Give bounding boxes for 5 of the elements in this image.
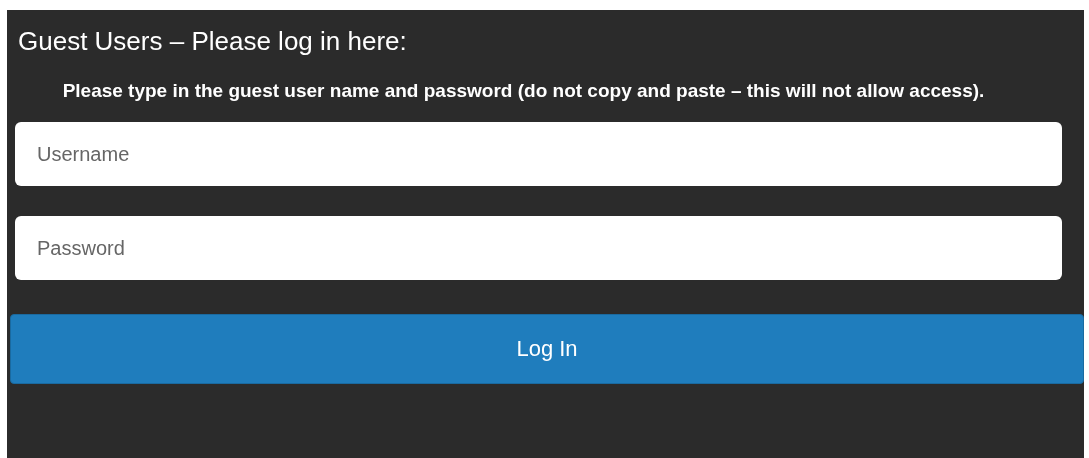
panel-title: Guest Users – Please log in here: <box>18 25 408 58</box>
instructions-text: Please type in the guest user name and password (do not copy and paste – this will not allow access). <box>61 79 986 103</box>
login-button[interactable]: Log In <box>10 314 1084 384</box>
input-field[interactable]: Username <box>15 122 1062 186</box>
input-field[interactable]: Password <box>15 216 1062 280</box>
